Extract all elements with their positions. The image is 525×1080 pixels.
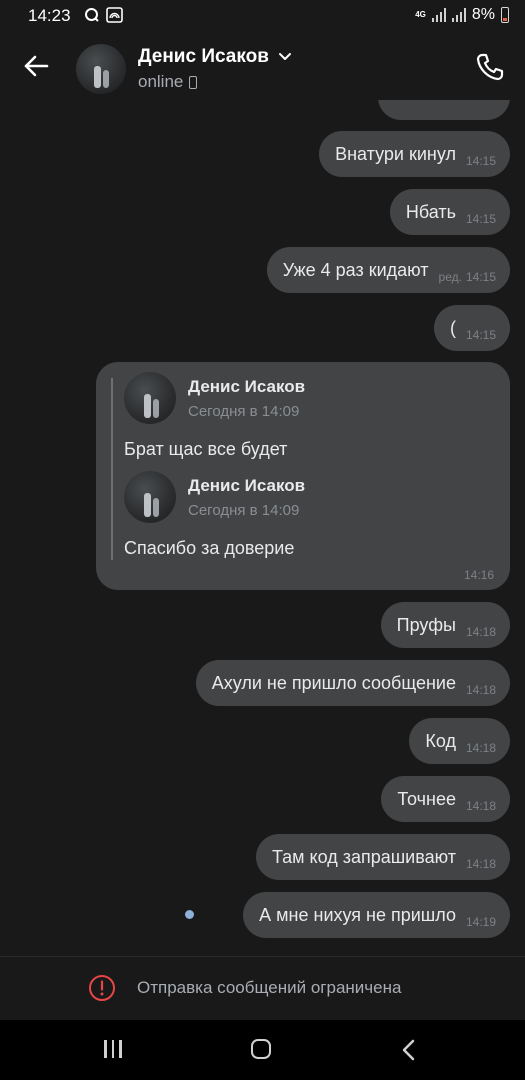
forwarded-author-name[interactable]: Денис Исаков [188,377,305,397]
status-bar: 14:23 4G 8% [0,0,525,34]
message-bubble[interactable]: Внатури кинул 14:15 [319,131,510,177]
message-text: Нбать [405,201,456,222]
restriction-text: Отправка сообщений ограничена [137,978,402,997]
phone-call-icon[interactable] [475,52,505,82]
forwarded-date: Сегодня в 14:09 [188,502,300,519]
message-time: 14:18 [465,683,496,697]
message-bubble[interactable]: А мне нихуя не пришло 14:19 [243,892,510,938]
message-bubble[interactable]: Там код запрашивают 14:18 [255,834,510,880]
message-time: 14:15 [465,212,496,226]
status-time: 14:23 [28,6,71,25]
forwarded-date: Сегодня в 14:09 [188,403,300,420]
cast-notification-icon [106,7,123,23]
message-time: 14:18 [465,857,496,871]
nav-back-icon[interactable] [398,1037,420,1063]
contact-avatar[interactable] [76,44,126,94]
messaging-restricted-bar: Отправка сообщений ограничена [0,956,525,1020]
message-time: 14:18 [465,741,496,755]
message-bubble[interactable]: Пруфы 14:18 [380,602,510,648]
message-time: 14:15 [465,328,496,342]
chat-header: Денис Исаков online [0,34,525,100]
message-text: Код [425,730,456,751]
battery-percent: 8% [471,6,495,23]
mobile-device-icon [189,75,198,89]
chevron-down-icon [279,52,292,60]
forwarded-message-bubble[interactable]: Денис Исаков Сегодня в 14:09 Брат щас вс… [96,362,510,590]
message-bubble[interactable]: Ахули не пришло сообщение 14:18 [195,660,510,706]
message-bubble[interactable]: Код 14:18 [409,718,510,764]
message-time: 14:18 [465,625,496,639]
message-bubble-partial[interactable] [378,100,510,120]
message-bubble[interactable]: ( 14:15 [433,305,510,351]
forwarded-text: Брат щас все будет [124,439,288,459]
recent-apps-icon[interactable] [104,1040,122,1058]
message-text: Ахули не пришло сообщение [211,672,456,693]
contact-name[interactable]: Денис Исаков [138,46,292,68]
message-text: ( [449,317,456,338]
message-text: Уже 4 раз кидают [282,259,429,280]
message-text: Пруфы [396,614,456,635]
unread-indicator [185,910,194,919]
message-time: 14:19 [465,915,496,929]
contact-status: online [138,72,198,92]
message-time: 14:16 [463,568,494,582]
message-bubble[interactable]: Нбать 14:15 [389,189,510,235]
forwarded-author-avatar[interactable] [124,372,176,424]
home-icon[interactable] [251,1039,271,1059]
message-text: Внатури кинул [335,143,456,164]
message-bubble[interactable]: Уже 4 раз кидают ред. 14:15 [266,247,510,293]
forwarded-author-name[interactable]: Денис Исаков [188,476,305,496]
system-navigation-bar [0,1020,525,1080]
forwarded-text: Спасибо за доверие [124,538,295,558]
message-time: 14:15 [465,270,496,284]
message-text: Точнее [397,788,456,809]
message-time: 14:18 [465,799,496,813]
signal-2-icon [451,8,466,22]
warning-icon [89,975,115,1001]
back-arrow-icon[interactable] [22,52,50,80]
message-edited-label: ред. [438,270,462,284]
message-text: А мне нихуя не пришло [259,904,456,925]
search-notification-icon [85,8,99,22]
battery-icon [501,7,509,23]
message-text: Там код запрашивают [271,846,456,867]
message-time: 14:15 [465,154,496,168]
forward-quote-bar [111,378,113,560]
network-type: 4G [415,10,426,19]
message-bubble[interactable]: Точнее 14:18 [381,776,510,822]
forwarded-author-avatar[interactable] [124,471,176,523]
signal-1-icon [431,8,446,22]
message-list[interactable]: Внатури кинул 14:15 Нбать 14:15 Уже 4 ра… [0,100,525,956]
